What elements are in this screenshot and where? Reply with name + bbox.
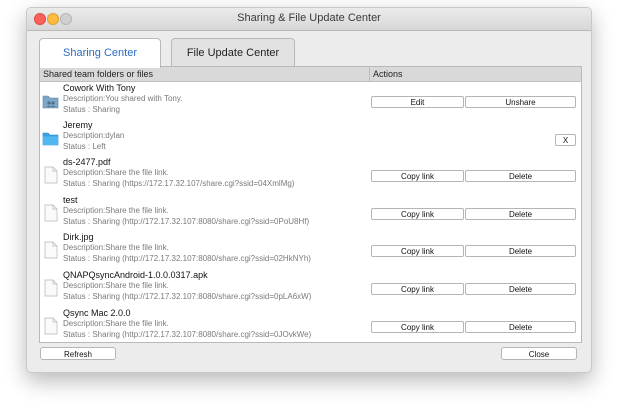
sharing-window: Sharing & File Update Center Sharing Cen… [26,7,592,373]
item-status: Status : Sharing (http://172.17.32.107:8… [63,292,312,301]
tab-sharing-center[interactable]: Sharing Center [39,38,161,68]
edit-button[interactable]: Edit [371,96,464,108]
file-icon [44,279,58,297]
file-icon [44,317,58,335]
item-status: Status : Sharing (https://172.17.32.107/… [63,179,295,188]
item-title: Jeremy [63,120,93,130]
copy-link-button[interactable]: Copy link [371,208,464,220]
item-title: Dirk.jpg [63,232,94,242]
delete-button[interactable]: Delete [465,321,576,333]
item-title: Qsync Mac 2.0.0 [63,308,131,318]
item-status: Status : Sharing (http://172.17.32.107:8… [63,330,312,339]
item-description: Description:Share the file link. [63,281,169,290]
close-button[interactable]: Close [501,347,577,360]
item-description: Description:Share the file link. [63,243,169,252]
item-description: Description:Share the file link. [63,168,169,177]
copy-link-button[interactable]: Copy link [371,245,464,257]
item-title: test [63,195,78,205]
item-title: QNAPQsyncAndroid-1.0.0.0317.apk [63,270,208,280]
list-item[interactable]: Cowork With Tony Description:You shared … [40,82,581,120]
list-item[interactable]: Qsync Mac 2.0.0 Description:Share the fi… [40,307,581,342]
list-item[interactable]: QNAPQsyncAndroid-1.0.0.0317.apk Descript… [40,269,581,307]
delete-button[interactable]: Delete [465,283,576,295]
sharing-panel: Shared team folders or files Actions Cow… [39,66,582,343]
file-icon [44,166,58,184]
delete-button[interactable]: Delete [465,245,576,257]
file-icon [44,204,58,222]
item-title: Cowork With Tony [63,83,136,93]
folder-icon [42,132,59,146]
item-description: Description:You shared with Tony. [63,94,183,103]
list-item[interactable]: test Description:Share the file link. St… [40,194,581,232]
file-icon [44,241,58,259]
unshare-button[interactable]: Unshare [465,96,576,108]
item-description: Description:Share the file link. [63,319,169,328]
refresh-button[interactable]: Refresh [40,347,116,360]
item-title: ds-2477.pdf [63,157,111,167]
item-status: Status : Sharing (http://172.17.32.107:8… [63,254,311,263]
delete-button[interactable]: Delete [465,170,576,182]
window-title: Sharing & File Update Center [237,12,381,24]
shared-items-list: Cowork With Tony Description:You shared … [40,82,581,342]
list-item[interactable]: Jeremy Description:dylan Status : Left X [40,119,581,157]
title-bar: Sharing & File Update Center [27,8,591,31]
column-header-files[interactable]: Shared team folders or files [43,69,153,79]
item-status: Status : Sharing (http://172.17.32.107:8… [63,217,310,226]
copy-link-button[interactable]: Copy link [371,283,464,295]
tab-file-update-center[interactable]: File Update Center [171,38,295,67]
delete-button[interactable]: Delete [465,208,576,220]
column-divider [369,67,370,81]
table-header: Shared team folders or files Actions [40,67,581,82]
item-status: Status : Sharing [63,105,120,114]
copy-link-button[interactable]: Copy link [371,170,464,182]
item-description: Description:dylan [63,131,125,140]
column-header-actions[interactable]: Actions [373,69,403,79]
list-item[interactable]: Dirk.jpg Description:Share the file link… [40,231,581,269]
remove-button[interactable]: X [555,134,576,146]
list-item[interactable]: ds-2477.pdf Description:Share the file l… [40,156,581,194]
item-status: Status : Left [63,142,106,151]
copy-link-button[interactable]: Copy link [371,321,464,333]
shared-folder-icon [42,95,59,109]
item-description: Description:Share the file link. [63,206,169,215]
